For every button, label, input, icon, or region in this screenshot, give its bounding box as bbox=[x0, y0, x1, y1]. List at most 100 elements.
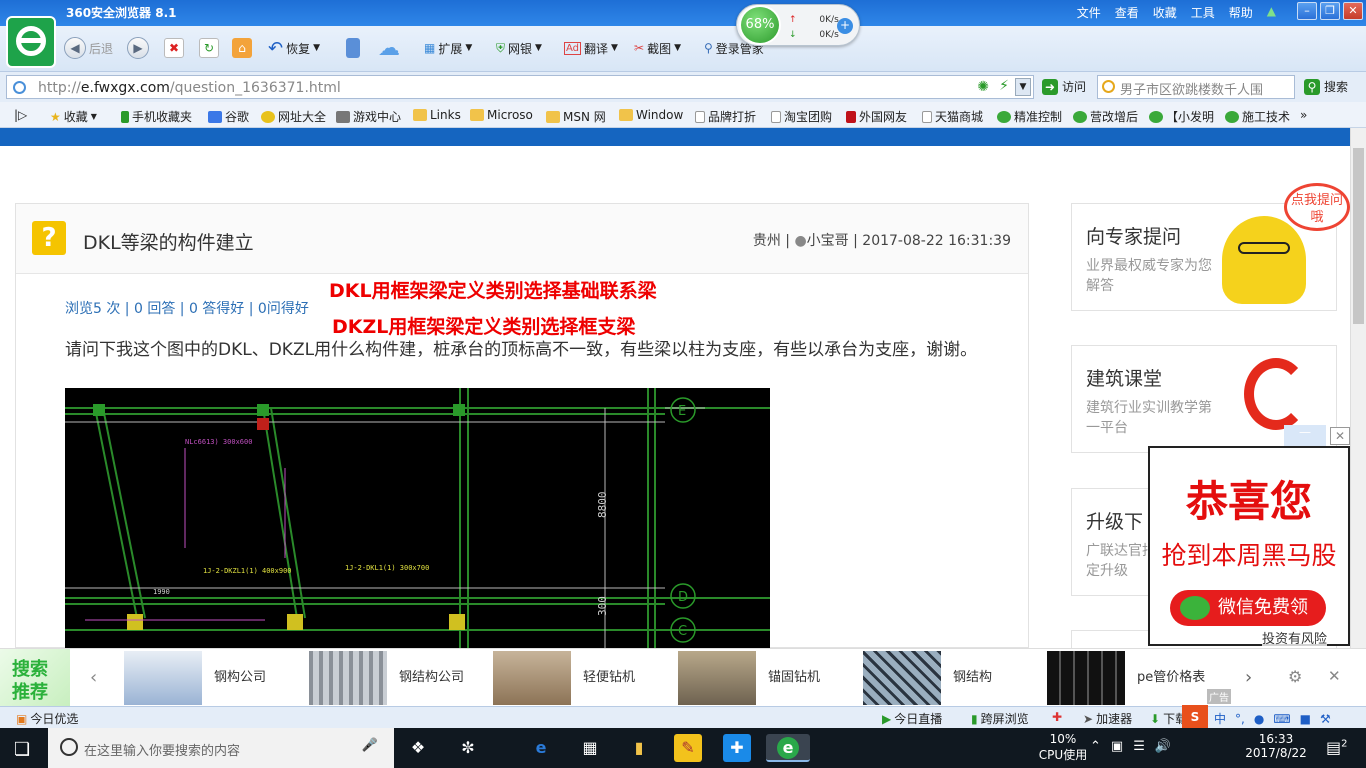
meta-user[interactable]: 小宝哥 bbox=[807, 233, 849, 249]
fav-item[interactable]: 谷歌 bbox=[208, 108, 249, 125]
refresh-button[interactable]: ↻ bbox=[199, 36, 219, 60]
ask-bubble[interactable]: 点我提问哦 bbox=[1284, 183, 1350, 231]
menu-favorites[interactable]: 收藏 bbox=[1153, 4, 1177, 21]
fav-item[interactable]: 营改增后 bbox=[1073, 108, 1138, 125]
network-meter[interactable]: 68% ↑ 0K/s ↓ 0K/s + bbox=[736, 4, 860, 46]
notes-app-icon[interactable]: ✎ bbox=[674, 734, 702, 762]
go-button[interactable]: ➜ 访问 bbox=[1042, 78, 1086, 95]
fav-item[interactable]: 品牌打折 bbox=[695, 108, 756, 125]
clock[interactable]: 16:33 2017/8/22 bbox=[1244, 732, 1308, 760]
recommend-item[interactable]: 锚固钻机 bbox=[678, 649, 848, 707]
app-spiral-icon[interactable]: ✼ bbox=[454, 734, 482, 762]
sidebar-toggle-icon[interactable]: |▷ bbox=[14, 108, 27, 122]
back-button[interactable]: ◀ 后退 bbox=[64, 36, 113, 60]
recommend-item[interactable]: 钢结构公司 bbox=[309, 649, 479, 707]
fav-item[interactable]: 精准控制 bbox=[997, 108, 1062, 125]
fav-item[interactable]: 手机收藏夹 bbox=[121, 108, 192, 125]
maximize-button[interactable]: ❐ bbox=[1320, 2, 1340, 20]
fav-item[interactable]: 外国网友 bbox=[846, 108, 907, 125]
menu-tools[interactable]: 工具 bbox=[1191, 4, 1215, 21]
menu-file[interactable]: 文件 bbox=[1077, 4, 1101, 21]
stop-button[interactable]: ✖ bbox=[164, 36, 184, 60]
minimize-button[interactable]: – bbox=[1297, 2, 1317, 20]
search-input[interactable]: 男子市区欲跳楼数千人围 bbox=[1097, 75, 1295, 99]
fav-item[interactable]: 天猫商城 bbox=[922, 108, 983, 125]
accelerator-button[interactable]: ➤ 加速器 bbox=[1083, 710, 1132, 727]
address-bar[interactable]: http://e.fwxgx.com/question_1636371.html… bbox=[6, 75, 1034, 99]
ad-minimize-button[interactable]: — bbox=[1284, 425, 1326, 447]
task-view-icon[interactable]: ❖ bbox=[404, 734, 432, 762]
beam-label-nl: NLc6613) 300x600 bbox=[185, 438, 252, 446]
undo-icon: ↶ bbox=[268, 37, 284, 59]
stock-ad[interactable]: 恭喜您 抢到本周黑马股 微信免费领 bbox=[1148, 446, 1350, 646]
lightning-icon[interactable]: ⚡ bbox=[999, 78, 1009, 94]
microphone-icon[interactable]: 🎤 bbox=[362, 738, 378, 753]
next-arrow-icon[interactable]: › bbox=[1245, 667, 1252, 688]
question-header: ? DKL等梁的构件建立 贵州 | ●小宝哥 | 2017-08-22 16:3… bbox=[16, 204, 1028, 274]
taskbar-search-input[interactable]: 在这里输入你要搜索的内容 🎤 bbox=[48, 728, 394, 768]
browser-360-taskbar-icon[interactable]: e bbox=[766, 734, 810, 762]
home-button[interactable]: ⌂ bbox=[232, 36, 252, 60]
phone-button[interactable] bbox=[346, 36, 360, 60]
browser-logo[interactable] bbox=[6, 16, 56, 68]
store-icon[interactable]: ▦ bbox=[576, 734, 604, 762]
app-plus-icon[interactable]: ✚ bbox=[723, 734, 751, 762]
fav-item[interactable]: 施工技术 bbox=[1225, 108, 1290, 125]
fav-item[interactable]: 【小发明 bbox=[1149, 108, 1214, 125]
live-button[interactable]: ▶ 今日直播 bbox=[882, 710, 942, 727]
menu-view[interactable]: 查看 bbox=[1115, 4, 1139, 21]
cpu-usage[interactable]: 10% CPU使用 bbox=[1038, 732, 1088, 763]
accelerate-icon[interactable]: + bbox=[837, 18, 853, 34]
ime-toolbar[interactable]: 中 °, ● ⌨ ■ ⚒ bbox=[1214, 710, 1331, 727]
ad-wechat-button[interactable]: 微信免费领 bbox=[1170, 590, 1326, 626]
edge-icon[interactable]: e bbox=[527, 734, 555, 762]
more-favorites-icon[interactable]: » bbox=[1300, 108, 1307, 122]
notification-icon[interactable]: ▤2 bbox=[1326, 738, 1348, 757]
cad-drawing-image[interactable]: E D C 8800 300 1990 1J-2-DKZL1(1) 400x90… bbox=[65, 388, 770, 648]
menu-help[interactable]: 帮助 bbox=[1229, 4, 1253, 21]
prev-arrow-icon[interactable]: ‹ bbox=[90, 667, 97, 688]
fav-favorites[interactable]: ★ 收藏 ▼ bbox=[50, 108, 97, 125]
today-picks[interactable]: ▣ 今日优选 bbox=[16, 710, 78, 727]
windows-start-icon[interactable]: ❏ bbox=[14, 739, 30, 760]
file-explorer-icon[interactable]: ▮ bbox=[625, 734, 653, 762]
recommend-item[interactable]: 钢构公司 bbox=[124, 649, 294, 707]
strip-close-icon[interactable]: ✕ bbox=[1328, 667, 1341, 685]
extend-button[interactable]: ▦ 扩展 ▼ bbox=[424, 36, 472, 60]
screenshot-button[interactable]: ✂ 截图 ▼ bbox=[634, 36, 681, 60]
memory-ball[interactable]: 68% bbox=[739, 5, 781, 45]
fav-item[interactable]: 网址大全 bbox=[261, 108, 326, 125]
scrollbar-thumb[interactable] bbox=[1353, 148, 1364, 324]
fav-item[interactable]: MSN 网 bbox=[546, 108, 606, 125]
download-speed: 0K/s bbox=[819, 30, 839, 40]
globe-icon bbox=[13, 81, 26, 94]
wechat-icon bbox=[1225, 110, 1239, 123]
ebank-button[interactable]: ⛨ 网银 ▼ bbox=[496, 36, 542, 60]
sogou-ime-icon[interactable]: S bbox=[1182, 705, 1208, 729]
dropdown-icon[interactable]: ▼ bbox=[1015, 78, 1031, 96]
google-icon bbox=[208, 110, 222, 123]
forward-button[interactable]: ▶ bbox=[127, 36, 149, 60]
skin-icon[interactable]: ▲ bbox=[1267, 4, 1276, 21]
translate-button[interactable]: Ad 翻译 ▼ bbox=[564, 36, 618, 60]
fav-item[interactable]: 淘宝团购 bbox=[771, 108, 832, 125]
fav-item[interactable]: 游戏中心 bbox=[336, 108, 401, 125]
search-button[interactable]: ⚲ 搜索 bbox=[1304, 78, 1348, 95]
ad-close-button[interactable]: ✕ bbox=[1330, 427, 1350, 445]
fav-item[interactable]: Window bbox=[619, 108, 683, 122]
recommend-item[interactable]: 轻便钻机 bbox=[493, 649, 663, 707]
fav-item[interactable]: Links bbox=[413, 108, 461, 122]
tray-icons[interactable]: ⌃ ▣ ☰ 🔊 bbox=[1090, 739, 1171, 754]
security-icon[interactable]: ✚ bbox=[1052, 710, 1062, 724]
fav-item[interactable]: Microso bbox=[470, 108, 533, 122]
page-scrollbar[interactable] bbox=[1350, 128, 1366, 648]
close-button[interactable]: ✕ bbox=[1343, 2, 1363, 20]
settings-gear-icon[interactable]: ⚙ bbox=[1288, 667, 1302, 686]
cloud-button[interactable]: ☁ bbox=[378, 36, 400, 61]
cross-screen-button[interactable]: ▮ 跨屏浏览 bbox=[971, 710, 1029, 727]
site-icon bbox=[261, 110, 275, 123]
restore-button[interactable]: ↶ 恢复 ▼ bbox=[268, 36, 320, 60]
recommend-item[interactable]: 钢结构 bbox=[863, 649, 1033, 707]
recommend-item[interactable]: pe管价格表 bbox=[1047, 649, 1217, 707]
url-text[interactable]: http://e.fwxgx.com/question_1636371.html bbox=[38, 80, 341, 96]
